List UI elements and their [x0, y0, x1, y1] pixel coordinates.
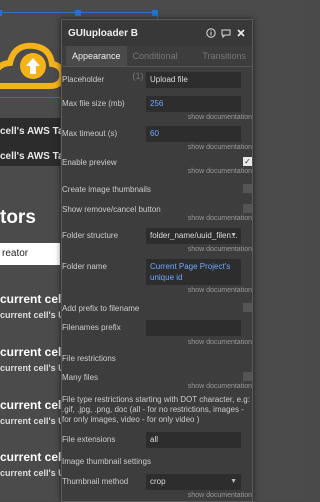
chevron-down-icon: ▼: [230, 478, 237, 485]
enable-preview-checkbox[interactable]: ✓: [243, 157, 252, 166]
many-files-checkbox[interactable]: [243, 372, 252, 381]
folder-structure-dropdown[interactable]: folder_name/uuid_filen... ▼: [146, 228, 241, 244]
show-documentation-link[interactable]: show documentation: [188, 215, 252, 222]
show-remove-label: Show remove/cancel button: [62, 205, 161, 214]
folder-structure-label: Folder structure: [62, 231, 119, 240]
cloud-upload-icon: [0, 42, 64, 89]
panel-titlebar[interactable]: GUIuploader B: [62, 20, 252, 46]
image-thumbnail-settings-label: Image thumbnail settings: [62, 457, 151, 466]
add-prefix-label: Add prefix to filename: [62, 304, 140, 313]
show-documentation-link[interactable]: show documentation: [188, 339, 252, 346]
tab-conditional[interactable]: Conditional (1): [127, 46, 197, 81]
show-documentation-link[interactable]: show documentation: [188, 246, 252, 253]
file-extensions-label: File extensions: [62, 435, 116, 444]
folder-name-label: Folder name: [62, 262, 107, 271]
create-thumbnails-label: Create image thumbnails: [62, 185, 151, 194]
folder-name-field[interactable]: Current Page Project's unique id: [146, 259, 241, 285]
resize-handle[interactable]: [152, 10, 158, 16]
max-file-size-label: Max file size (mb): [62, 99, 125, 108]
many-files-label: Many files: [62, 373, 99, 382]
placeholder-field[interactable]: Upload file: [146, 72, 241, 88]
panel-tabs: Appearance Conditional (1) Transitions: [62, 46, 252, 81]
add-prefix-checkbox[interactable]: [243, 303, 252, 312]
tab-transitions[interactable]: Transitions: [196, 46, 252, 66]
section-heading: tors: [0, 207, 36, 228]
filenames-prefix-label: Filenames prefix: [62, 323, 121, 332]
show-documentation-link[interactable]: show documentation: [188, 383, 252, 390]
tab-appearance[interactable]: Appearance: [66, 46, 127, 66]
show-documentation-link[interactable]: show documentation: [188, 287, 252, 294]
property-editor-panel: GUIuploader B Appearance Conditional (1)…: [61, 19, 253, 502]
thumbnail-method-label: Thumbnail method: [62, 477, 129, 486]
panel-title: GUIuploader B: [68, 27, 139, 39]
max-timeout-field[interactable]: 60: [146, 126, 241, 142]
chevron-down-icon: ▼: [230, 232, 237, 239]
thumbnail-method-dropdown[interactable]: crop ▼: [146, 474, 241, 490]
resize-handle[interactable]: [75, 10, 81, 16]
resize-handle[interactable]: [0, 10, 2, 16]
show-documentation-link[interactable]: show documentation: [188, 144, 252, 151]
show-documentation-link[interactable]: show documentation: [188, 492, 252, 499]
creator-input[interactable]: reator: [0, 243, 60, 265]
show-remove-checkbox[interactable]: [243, 204, 252, 213]
show-documentation-link[interactable]: show documentation: [188, 114, 252, 121]
show-documentation-link[interactable]: show documentation: [188, 168, 252, 175]
create-thumbnails-checkbox[interactable]: [243, 184, 252, 193]
filenames-prefix-field[interactable]: [146, 320, 241, 336]
max-timeout-label: Max timeout (s): [62, 129, 118, 138]
comment-icon[interactable]: [221, 28, 231, 38]
close-icon[interactable]: [236, 28, 246, 38]
thumbnail-method-value: crop: [150, 477, 166, 486]
file-extensions-field[interactable]: all: [146, 432, 241, 448]
folder-structure-value: folder_name/uuid_filen...: [150, 231, 238, 240]
file-restrictions-label: File restrictions: [62, 354, 116, 363]
info-icon[interactable]: [206, 28, 216, 38]
enable-preview-label: Enable preview: [62, 158, 117, 167]
max-file-size-field[interactable]: 256: [146, 96, 241, 112]
file-type-description: File type restrictions starting with DOT…: [62, 395, 250, 424]
placeholder-label: Placeholder: [62, 75, 105, 84]
